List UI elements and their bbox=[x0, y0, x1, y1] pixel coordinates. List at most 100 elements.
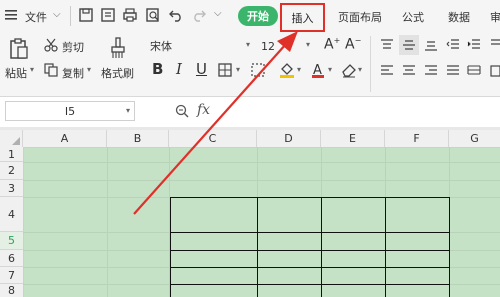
distributed-align-icon[interactable] bbox=[467, 64, 481, 78]
fill-color-icon[interactable] bbox=[278, 61, 296, 79]
divider bbox=[370, 36, 371, 92]
row-header[interactable]: 6 bbox=[0, 250, 23, 267]
scissors-icon[interactable] bbox=[44, 38, 58, 52]
file-menu[interactable]: 文件 bbox=[25, 9, 47, 25]
undo-icon[interactable] bbox=[168, 7, 184, 23]
chevron-down-icon[interactable]: ⌵ bbox=[53, 9, 61, 20]
align-center-icon[interactable] bbox=[402, 64, 416, 78]
fill-color-dropdown-icon[interactable]: ▾ bbox=[297, 65, 301, 74]
font-size-dropdown-icon[interactable]: ▾ bbox=[306, 40, 310, 49]
wrap-text-icon[interactable] bbox=[490, 38, 500, 52]
column-header[interactable]: F bbox=[385, 130, 449, 147]
tab-insert[interactable]: 插入 bbox=[280, 3, 325, 32]
copy-dropdown-icon[interactable]: ▾ bbox=[87, 65, 91, 74]
table-border bbox=[170, 197, 450, 198]
align-top-icon[interactable] bbox=[380, 38, 394, 52]
font-color-dropdown-icon[interactable]: ▾ bbox=[328, 65, 332, 74]
zoom-search-icon[interactable] bbox=[175, 104, 189, 118]
merge-cells-icon[interactable] bbox=[490, 64, 500, 78]
decrease-font-icon[interactable]: A− bbox=[345, 36, 361, 53]
align-left-icon[interactable] bbox=[380, 64, 394, 78]
grid-line bbox=[107, 147, 108, 297]
align-middle-icon[interactable] bbox=[399, 35, 419, 55]
worksheet[interactable] bbox=[0, 130, 500, 297]
table-border bbox=[170, 232, 450, 233]
border-dropdown-icon[interactable]: ▾ bbox=[236, 65, 240, 74]
table-border bbox=[321, 197, 322, 297]
eraser-icon[interactable] bbox=[340, 61, 358, 79]
formula-input[interactable] bbox=[218, 100, 500, 122]
ribbon: 粘贴 ▾ 剪切 复制 ▾ 格式刷 宋体 ▾ 12 ▾ A+ A− B I U ▾… bbox=[0, 32, 500, 97]
font-size-select[interactable]: 12 bbox=[257, 37, 307, 55]
column-header[interactable]: D bbox=[257, 130, 321, 147]
print-icon[interactable] bbox=[122, 7, 138, 23]
increase-indent-icon[interactable] bbox=[467, 38, 481, 52]
table-border bbox=[449, 197, 450, 297]
copy-button[interactable]: 复制 bbox=[62, 65, 84, 81]
tab-insert-label: 插入 bbox=[291, 11, 314, 25]
row-header[interactable]: 1 bbox=[0, 147, 23, 162]
font-name-select[interactable]: 宋体 bbox=[146, 37, 254, 55]
increase-font-icon[interactable]: A+ bbox=[324, 36, 340, 53]
tab-formula[interactable]: 公式 bbox=[402, 9, 424, 25]
tab-data[interactable]: 数据 bbox=[448, 9, 470, 25]
column-header[interactable]: C bbox=[169, 130, 257, 147]
tab-page-layout[interactable]: 页面布局 bbox=[338, 9, 382, 25]
tab-review[interactable]: 审 bbox=[490, 9, 500, 25]
column-header-bar: A B C D E F G bbox=[0, 130, 500, 148]
table-border bbox=[170, 267, 450, 268]
table-border bbox=[385, 197, 386, 297]
border-icon[interactable] bbox=[217, 62, 233, 78]
table-border bbox=[257, 197, 258, 297]
decrease-indent-icon[interactable] bbox=[446, 38, 460, 52]
font-size-value: 12 bbox=[261, 39, 275, 53]
table-border bbox=[170, 250, 450, 251]
export-pdf-icon[interactable] bbox=[100, 7, 116, 23]
cell-style-icon[interactable] bbox=[250, 62, 266, 78]
name-box-dropdown-icon[interactable]: ▾ bbox=[126, 106, 130, 115]
format-painter-icon[interactable] bbox=[108, 36, 128, 60]
column-header[interactable]: G bbox=[449, 130, 500, 147]
fx-icon[interactable]: fx bbox=[197, 102, 210, 118]
table-border bbox=[170, 284, 450, 285]
row-header[interactable]: 4 bbox=[0, 197, 23, 232]
align-right-icon[interactable] bbox=[424, 64, 438, 78]
grid-line bbox=[23, 180, 500, 181]
cut-button[interactable]: 剪切 bbox=[62, 39, 84, 55]
row-header[interactable]: 2 bbox=[0, 162, 23, 180]
bold-icon[interactable]: B bbox=[152, 60, 163, 78]
tab-start[interactable]: 开始 bbox=[238, 6, 278, 26]
row-header-selected[interactable]: 5 bbox=[0, 232, 23, 250]
align-bottom-icon[interactable] bbox=[424, 38, 438, 52]
clear-dropdown-icon[interactable]: ▾ bbox=[358, 65, 362, 74]
font-color-icon[interactable]: A bbox=[310, 61, 326, 79]
italic-icon[interactable]: I bbox=[176, 60, 182, 78]
column-header[interactable]: B bbox=[107, 130, 169, 147]
formula-bar: I5 ▾ fx bbox=[0, 97, 500, 127]
redo-icon[interactable] bbox=[191, 7, 207, 23]
paste-icon[interactable] bbox=[8, 37, 30, 61]
format-painter-button[interactable]: 格式刷 bbox=[101, 65, 134, 81]
save-icon[interactable] bbox=[78, 7, 94, 23]
select-all-corner[interactable] bbox=[0, 130, 23, 147]
copy-icon[interactable] bbox=[44, 63, 58, 77]
underline-icon[interactable]: U bbox=[196, 60, 207, 78]
title-bar: 文件 ⌵ ⌵ 开始 插入 页面布局 公式 数据 审 bbox=[0, 0, 500, 32]
name-box[interactable]: I5 bbox=[5, 101, 135, 121]
row-header[interactable]: 3 bbox=[0, 180, 23, 197]
font-name-value: 宋体 bbox=[150, 40, 172, 53]
justify-icon[interactable] bbox=[446, 64, 460, 78]
column-header[interactable]: E bbox=[321, 130, 385, 147]
grid-line bbox=[23, 162, 500, 163]
font-name-dropdown-icon[interactable]: ▾ bbox=[246, 40, 250, 49]
hamburger-menu-icon[interactable] bbox=[4, 8, 18, 22]
divider bbox=[70, 6, 71, 26]
paste-dropdown-icon[interactable]: ▾ bbox=[30, 65, 34, 74]
row-header[interactable]: 7 bbox=[0, 267, 23, 284]
row-header-bar: 1 2 3 4 5 6 7 8 bbox=[0, 147, 24, 297]
column-header[interactable]: A bbox=[23, 130, 107, 147]
row-header[interactable]: 8 bbox=[0, 284, 23, 297]
print-preview-icon[interactable] bbox=[145, 7, 161, 23]
quick-access-dropdown-icon[interactable]: ⌵ bbox=[214, 8, 222, 19]
paste-button[interactable]: 粘贴 bbox=[5, 65, 27, 81]
